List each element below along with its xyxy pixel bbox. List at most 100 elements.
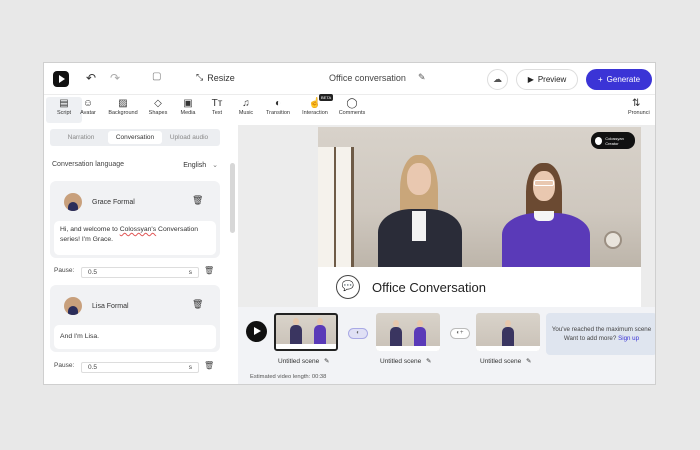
pause-value: 0.5 <box>88 364 98 371</box>
scene-name-label: Untitled scene <box>380 358 422 365</box>
tab-conversation[interactable]: Conversation <box>108 131 162 144</box>
pause-unit: s <box>188 364 192 371</box>
tool-label: Media <box>180 110 196 116</box>
tool-label: Script <box>56 110 72 116</box>
tool-comments[interactable]: ◯ Comments <box>334 97 370 116</box>
scene-name[interactable]: Untitled scene ✎ <box>480 357 531 365</box>
pronunciation-icon: ⇅ <box>632 98 641 109</box>
edit-scene-icon[interactable]: ✎ <box>426 358 431 365</box>
speaker-card: Lisa Formal 🗑 And I'm Lisa. <box>50 285 220 352</box>
transition-icon: ◐ <box>356 330 360 336</box>
tool-background[interactable]: ▨ Background <box>105 97 141 116</box>
project-title[interactable]: Office conversation <box>329 73 406 83</box>
tool-label: Music <box>238 110 254 116</box>
estimated-length: Estimated video length: 00:38 <box>250 374 327 380</box>
speaker-card: Grace Formal 🗑 Hi, and welcome to Coloss… <box>50 181 220 258</box>
pause-unit: s <box>188 269 192 276</box>
pause-input[interactable]: 0.5 s <box>81 362 199 373</box>
plus-icon: + <box>597 75 603 84</box>
tool-label: Avatar <box>80 110 96 116</box>
scene-thumbnail[interactable] <box>476 313 540 351</box>
script-panel: Narration Conversation Upload audio Conv… <box>50 129 220 384</box>
message-text: Hi, and welcome to <box>60 226 120 233</box>
sign-up-link[interactable]: Sign up <box>618 335 639 342</box>
pause-value: 0.5 <box>88 269 98 276</box>
tool-pronunciation[interactable]: ⇅ Pronunci <box>628 97 655 116</box>
pause-label: Pause: <box>54 267 75 274</box>
cloud-save-icon[interactable]: ☁ <box>487 69 508 90</box>
delete-speaker-icon[interactable]: 🗑 <box>192 195 203 206</box>
tool-label: Transition <box>266 110 290 116</box>
preview-label: Preview <box>537 75 567 84</box>
wall-clock <box>604 231 622 249</box>
editor-window: ↶ ↷ ▢ ⤡ Resize Office conversation ✎ ☁ ▶… <box>43 62 656 385</box>
tab-upload-audio[interactable]: Upload audio <box>162 131 216 144</box>
scene-thumbnail[interactable] <box>274 313 338 351</box>
pause-input[interactable]: 0.5 s <box>81 267 199 278</box>
scene-name[interactable]: Untitled scene ✎ <box>278 357 329 365</box>
undo-icon[interactable]: ↶ <box>86 71 96 85</box>
speaker-name[interactable]: Grace Formal <box>92 199 135 206</box>
resize-label: Resize <box>207 72 235 83</box>
pause-row: Pause: 0.5 s 🗑 <box>54 361 216 373</box>
pause-label: Pause: <box>54 362 75 369</box>
background-icon: ▨ <box>118 98 128 109</box>
avatar-icon: ☺ <box>82 98 94 109</box>
generate-button[interactable]: + Generate <box>586 69 652 90</box>
tool-label: Interaction <box>302 110 328 116</box>
play-button[interactable] <box>246 321 267 342</box>
resize-icon: ⤡ <box>196 72 204 82</box>
misspelled-word: Colossyan's <box>119 226 157 233</box>
add-transition-button[interactable]: ◐+ <box>450 328 470 339</box>
scene-name-label: Untitled scene <box>278 358 320 365</box>
edit-scene-icon[interactable]: ✎ <box>324 358 329 365</box>
speaker-name[interactable]: Lisa Formal <box>92 303 129 310</box>
top-bar: ↶ ↷ ▢ ⤡ Resize Office conversation ✎ ☁ ▶… <box>44 63 655 95</box>
language-select[interactable]: English ⌄ <box>183 161 218 169</box>
max-scenes-text: You've reached the maximum scene <box>551 326 652 333</box>
avatar-grace <box>370 155 470 267</box>
avatar <box>64 193 82 211</box>
delete-speaker-icon[interactable]: 🗑 <box>192 299 203 310</box>
office-window <box>318 147 354 267</box>
redo-icon[interactable]: ↷ <box>110 71 120 85</box>
resize-button[interactable]: ⤡ Resize <box>196 72 235 83</box>
generate-label: Generate <box>606 75 641 84</box>
transition-icon: ◐ <box>274 98 282 109</box>
tab-narration[interactable]: Narration <box>54 131 108 144</box>
scene-name-label: Untitled scene <box>480 358 522 365</box>
language-value: English <box>183 162 207 169</box>
preview-button[interactable]: ▶ Preview <box>516 69 578 90</box>
tool-transition[interactable]: ◐ Transition <box>260 97 296 116</box>
layers-icon[interactable]: ▢ <box>152 71 161 82</box>
speaker-message[interactable]: Hi, and welcome to Colossyan's Conversat… <box>54 221 216 255</box>
max-scenes-notice: You've reached the maximum scene Want to… <box>546 313 655 355</box>
pause-row: Pause: 0.5 s 🗑 <box>54 266 216 278</box>
app-logo-icon[interactable] <box>53 71 69 87</box>
tool-label: Shapes <box>148 110 168 116</box>
delete-pause-icon[interactable]: 🗑 <box>204 266 214 275</box>
conversation-language-label: Conversation language <box>52 161 124 168</box>
delete-pause-icon[interactable]: 🗑 <box>204 361 214 370</box>
tool-interaction[interactable]: ☝ BETA Interaction <box>297 94 334 116</box>
tool-label: Text <box>211 110 223 116</box>
tool-label: Pronunci <box>628 110 650 116</box>
tool-label: Comments <box>338 110 366 116</box>
want-more-text: Want to add more? <box>563 335 617 342</box>
scene-name[interactable]: Untitled scene ✎ <box>380 357 431 365</box>
edit-title-icon[interactable]: ✎ <box>418 72 426 83</box>
scene-preview[interactable]: Colossyan Creator <box>318 127 641 267</box>
brand-label: Colossyan Creator <box>605 135 624 146</box>
chevron-down-icon: ⌄ <box>212 162 218 169</box>
scene-thumbnail[interactable] <box>376 313 440 351</box>
speaker-message[interactable]: And I'm Lisa. <box>54 325 216 349</box>
tool-music[interactable]: ♫ Music <box>228 97 264 116</box>
scene-timeline: Untitled scene ✎ ◐ Untitled scene ✎ ◐+ U… <box>238 307 655 384</box>
transition-toggle[interactable]: ◐ <box>348 328 368 339</box>
lower-third[interactable]: 💬 Office Conversation <box>318 267 641 307</box>
conversation-icon: 💬 <box>336 275 360 299</box>
tool-avatar[interactable]: ☺ Avatar <box>70 97 106 116</box>
edit-scene-icon[interactable]: ✎ <box>526 358 531 365</box>
script-tabs: Narration Conversation Upload audio <box>50 129 220 146</box>
panel-scrollbar[interactable] <box>230 163 235 233</box>
